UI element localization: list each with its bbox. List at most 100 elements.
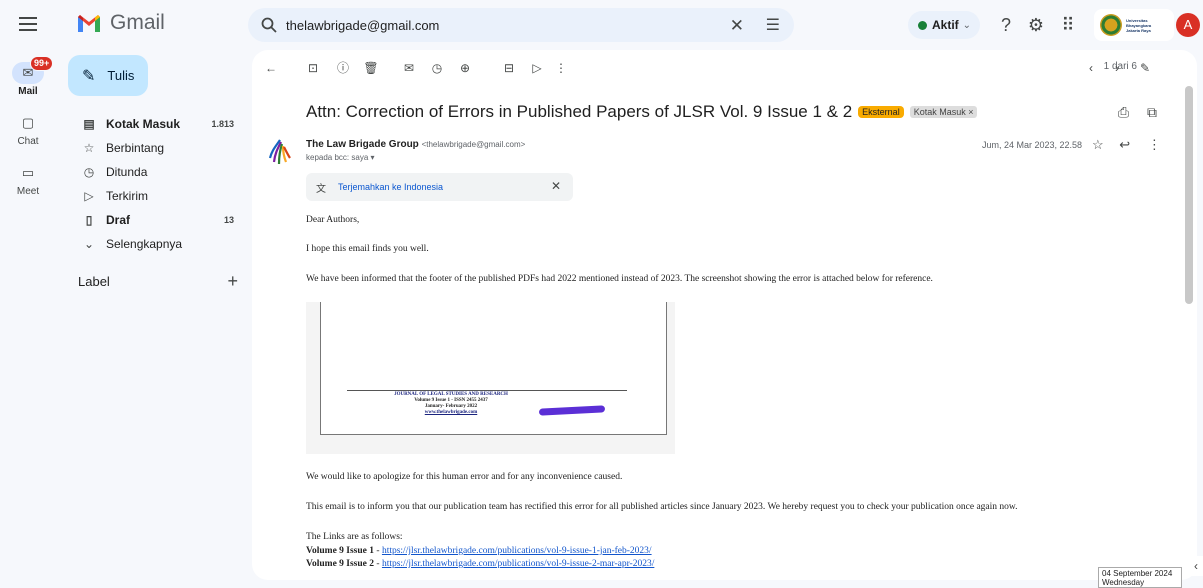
nav-item-inbox[interactable]: ▤ Kotak Masuk 1.813 [70,112,242,136]
nav-count: 13 [223,215,234,225]
email-subject: Attn: Correction of Errors in Published … [306,102,978,122]
issue-1-link[interactable]: https://jlsr.thelawbrigade.com/publicati… [382,546,652,556]
unread-badge: 99+ [30,56,54,71]
gmail-logo[interactable]: Gmail [76,11,165,35]
translate-icon: 文 [316,183,326,195]
clear-search-icon[interactable]: ✕ [730,16,744,36]
close-icon[interactable]: ✕ [551,179,561,193]
more-vert-icon[interactable]: ⋮ [1148,137,1161,152]
side-panel-toggle-icon[interactable]: ‹ [1189,556,1203,576]
link-row: Volume 9 Issue 1 - https://jlsr.thelawbr… [306,546,652,556]
add-task-icon[interactable]: ⊕ [456,59,474,77]
nav-label: Draf [106,213,131,227]
translate-link[interactable]: Terjemahkan ke Indonesia [338,182,443,192]
search-options-icon[interactable]: ☰ [766,15,780,35]
rail-mail[interactable]: ✉ 99+ Mail [0,56,56,97]
chat-icon: ▢ [21,115,35,130]
inbox-icon: ▤ [83,117,95,131]
back-arrow-icon[interactable]: ← [262,59,280,77]
sender-email: <thelawbrigade@gmail.com> [421,140,526,149]
issue-2-link[interactable]: https://jlsr.thelawbrigade.com/publicati… [382,559,654,569]
compose-button[interactable]: ✎ Tulis [68,55,148,96]
status-label: Aktif [932,18,959,32]
organization-name: Universitas Bhayangkara Jakarta Raya [1126,17,1152,33]
body-paragraph: We have been informed that the footer of… [306,274,933,284]
sender-info[interactable]: The Law Brigade Group <thelawbrigade@gma… [306,139,525,150]
main-menu-icon[interactable] [16,13,40,37]
attached-screenshot[interactable]: JOURNAL OF LEGAL STUDIES AND RESEARCH Vo… [306,302,675,454]
message-panel: ← ⊡ ⓘ 🗑 ✉ ◷ ⊕ ⊟ ▷ ⋮ 1 dari 6 ‹ › ✎ Attn:… [252,50,1197,580]
avatar[interactable]: A [1176,13,1200,37]
sender-logo-icon [268,139,291,165]
print-icon[interactable]: ⎙ [1118,104,1129,120]
inbox-label-chip[interactable]: Kotak Masuk × [909,106,978,118]
status-dot-icon [918,20,927,30]
next-icon[interactable]: › [1108,59,1126,77]
search-bar[interactable]: thelawbrigade@gmail.com ✕ ☰ [248,8,794,42]
message-actions: ☆ ↩ ⋮ [1092,137,1161,153]
snooze-icon[interactable]: ◷ [428,59,446,77]
link-label: Volume 9 Issue 1 [306,546,375,556]
settings-icon[interactable]: ⚙ [1024,13,1048,37]
add-label-icon[interactable]: + [227,271,238,292]
label-icon[interactable]: ▷ [528,59,546,77]
organization-logo[interactable]: Universitas Bhayangkara Jakarta Raya [1094,9,1174,41]
nav-item-starred[interactable]: ☆ Berbintang [70,136,242,160]
greeting: Dear Authors, [306,215,360,225]
body-paragraph: This email is to inform you that our pub… [306,502,1018,512]
nav-item-snoozed[interactable]: ◷ Ditunda [70,160,242,184]
input-tools-icon[interactable]: ✎ [1136,59,1154,77]
chevron-down-icon: ⌄ [83,237,95,251]
open-new-window-icon[interactable]: ⧉ [1147,104,1157,120]
mark-unread-icon[interactable]: ✉ [400,59,418,77]
clock-icon: ◷ [83,165,95,179]
archive-icon[interactable]: ⊡ [304,59,322,77]
compose-label: Tulis [107,68,135,83]
labels-title: Label [78,274,110,289]
more-vert-icon[interactable]: ⋮ [552,59,570,77]
app-name: Gmail [110,11,165,34]
top-bar: Gmail thelawbrigade@gmail.com ✕ ☰ Aktif … [0,0,1203,50]
recipients-line[interactable]: kepada bcc: saya ▾ [306,153,375,162]
body-paragraph: I hope this email finds you well. [306,244,429,254]
screenshot-page: JOURNAL OF LEGAL STUDIES AND RESEARCH Vo… [320,302,667,435]
subject-text: Attn: Correction of Errors in Published … [306,102,853,121]
draft-icon: ▯ [85,213,93,227]
nav-item-more[interactable]: ⌄ Selengkapnya [70,232,242,256]
rail-chat[interactable]: ▢ Chat [0,112,56,147]
star-icon[interactable]: ☆ [1092,137,1104,152]
university-seal-icon [1100,14,1122,36]
nav-item-sent[interactable]: ▷ Terkirim [70,184,242,208]
search-icon[interactable] [260,16,278,34]
external-tag: Eksternal [858,106,904,118]
delete-icon[interactable]: 🗑 [362,59,380,77]
nav-label: Selengkapnya [106,237,183,251]
send-icon: ▷ [84,189,94,203]
rail-meet[interactable]: ▭ Meet [0,162,56,197]
nav-item-drafts[interactable]: ▯ Draf 13 [70,208,242,232]
nav-label: Ditunda [106,165,148,179]
reply-icon[interactable]: ↩ [1119,137,1130,152]
rail-mail-label: Mail [18,86,38,97]
mail-icon: ✉ 99+ [12,56,54,84]
rail-meet-label: Meet [16,186,40,197]
move-to-icon[interactable]: ⊟ [500,59,518,77]
body-paragraph: We would like to apologize for this huma… [306,472,623,482]
apps-grid-icon[interactable]: ⠿ [1056,13,1080,37]
report-spam-icon[interactable]: ⓘ [334,59,352,77]
prev-icon[interactable]: ‹ [1082,59,1100,77]
status-button[interactable]: Aktif ⌄ [908,11,980,39]
nav-label: Terkirim [106,189,148,203]
help-icon[interactable]: ? [994,13,1018,37]
scrollbar[interactable] [1185,86,1193,304]
translate-banner: 文 Terjemahkan ke Indonesia ✕ [306,173,573,201]
pencil-icon: ✎ [82,67,96,85]
sender-name: The Law Brigade Group [306,139,419,150]
link-label: Volume 9 Issue 2 [306,559,375,569]
search-input[interactable]: thelawbrigade@gmail.com [286,18,439,33]
nav-label: Kotak Masuk [106,117,181,131]
subject-actions: ⎙ ⧉ [1118,104,1157,121]
nav-label: Berbintang [106,141,165,155]
message-toolbar: ← ⊡ ⓘ 🗑 ✉ ◷ ⊕ ⊟ ▷ ⋮ 1 dari 6 ‹ › ✎ [252,50,1197,86]
email-date: Jum, 24 Mar 2023, 22.58 [982,140,1083,150]
